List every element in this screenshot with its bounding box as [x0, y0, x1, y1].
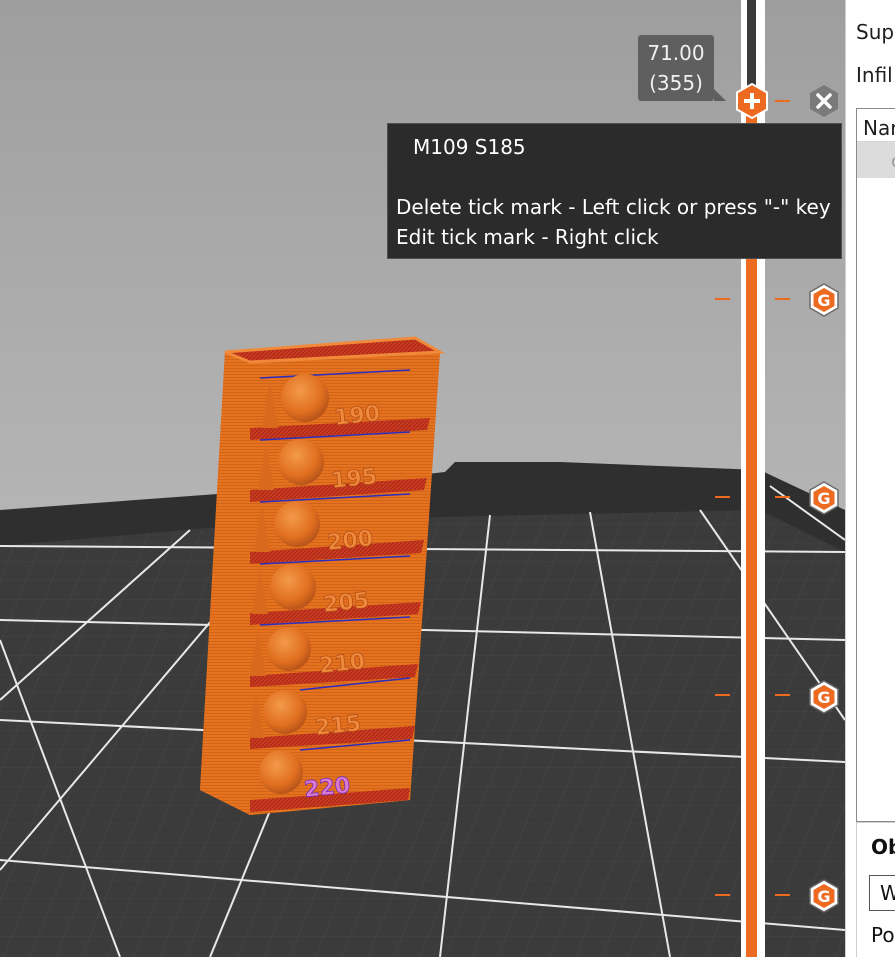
- tower-label: 190: [333, 401, 381, 431]
- calibration-tower-model[interactable]: 190 195 200 205 210 215 220: [200, 336, 446, 815]
- tower-label: 200: [326, 526, 374, 556]
- object-panel-title: Ob: [871, 835, 895, 859]
- object-list[interactable]: Nar c: [856, 108, 895, 822]
- gcode-tick-1[interactable]: G: [809, 283, 839, 317]
- gcode-tick-2[interactable]: G: [809, 481, 839, 515]
- right-sidebar: Sup Infil Nar c Ob W Po: [845, 0, 895, 957]
- gcode-icon-letter: G: [817, 688, 830, 707]
- tower-label: 215: [314, 711, 362, 741]
- slider-thumb[interactable]: [736, 82, 768, 120]
- tower-label: 220: [303, 773, 351, 803]
- gcode-tick-4[interactable]: G: [809, 879, 839, 913]
- coordinate-select[interactable]: W: [869, 875, 895, 911]
- object-list-header[interactable]: Nar: [857, 109, 895, 142]
- layer-number-value: (355): [649, 71, 703, 95]
- tooltip-edit-hint: Edit tick mark - Right click: [396, 225, 659, 249]
- object-list-row[interactable]: c: [857, 142, 895, 178]
- gcode-icon-letter: G: [817, 291, 830, 310]
- supports-label: Sup: [856, 20, 895, 44]
- gcode-icon-letter: G: [817, 489, 830, 508]
- position-label: Po: [871, 923, 895, 947]
- tower-label: 205: [322, 588, 370, 618]
- tooltip-delete-hint: Delete tick mark - Left click or press "…: [396, 195, 831, 219]
- tooltip-gcode: M109 S185: [413, 135, 526, 159]
- layer-height-value: 71.00: [647, 41, 705, 65]
- gcode-tick-3[interactable]: G: [809, 680, 839, 714]
- object-manipulation-panel: Ob W Po: [856, 822, 895, 957]
- tower-label: 210: [318, 649, 366, 679]
- 3d-viewport[interactable]: 190 195 200 205 210 215 220 G G G G 71.0…: [0, 0, 845, 957]
- infill-label: Infil: [856, 63, 893, 87]
- layer-height-label: 71.00 (355): [638, 35, 726, 101]
- tick-tooltip: M109 S185 Delete tick mark - Left click …: [387, 123, 842, 259]
- tower-label: 195: [330, 464, 378, 494]
- gcode-icon-letter: G: [817, 887, 830, 906]
